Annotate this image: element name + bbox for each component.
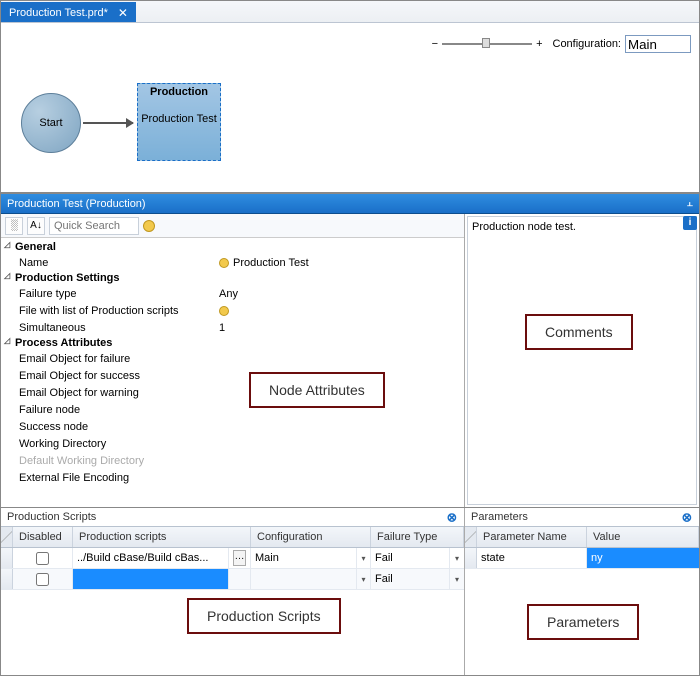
scripts-grid-body[interactable]: ../Build cBase/Build cBas... … Main ▾ Fa… (1, 548, 464, 675)
flow-arrow (83, 122, 133, 124)
prop-name[interactable]: Name Production Test (1, 254, 464, 271)
chevron-down-icon[interactable]: ▾ (455, 575, 459, 584)
scripts-close-icon[interactable]: ⊗ (447, 511, 458, 524)
params-grid-header: Parameter Name Value (465, 526, 699, 548)
ftype-cell[interactable]: Fail (371, 548, 450, 568)
prop-failure-type[interactable]: Failure type Any (1, 285, 464, 302)
scripts-grid-header: Disabled Production scripts Configuratio… (1, 526, 464, 548)
pin-icon[interactable]: ⫠ (686, 197, 693, 210)
group-production-settings[interactable]: Production Settings (1, 271, 464, 285)
production-node-header: Production (138, 86, 220, 98)
prop-working-dir[interactable]: Working Directory (1, 435, 464, 452)
sort-button[interactable]: A↓ (27, 217, 45, 235)
col-config[interactable]: Configuration (251, 527, 371, 547)
row-header[interactable] (465, 548, 477, 568)
chevron-down-icon[interactable]: ▾ (361, 575, 365, 584)
params-pane: Parameters ⊗ Parameter Name Value state … (465, 508, 699, 675)
col-disabled[interactable]: Disabled (13, 527, 73, 547)
bottom-row: Production Scripts ⊗ Disabled Production… (1, 508, 699, 675)
quick-search-input[interactable] (49, 217, 139, 235)
prop-file-list[interactable]: File with list of Production scripts (1, 302, 464, 319)
col-param-name[interactable]: Parameter Name (477, 527, 587, 547)
mid-row: ░ A↓ General Name Production Test Produc… (1, 214, 699, 508)
properties-header-title: Production Test (Production) (7, 198, 146, 210)
group-process-attributes[interactable]: Process Attributes (1, 336, 464, 350)
col-scripts[interactable]: Production scripts (73, 527, 251, 547)
params-title: Parameters (471, 511, 528, 523)
attributes-pane: ░ A↓ General Name Production Test Produc… (1, 214, 465, 507)
prop-external-encoding[interactable]: External File Encoding (1, 469, 464, 486)
chevron-down-icon[interactable]: ▾ (455, 554, 459, 563)
table-row[interactable]: state ny (465, 548, 699, 569)
zoom-out-button[interactable]: − (432, 38, 438, 50)
disabled-checkbox[interactable] (36, 552, 49, 565)
diagram-canvas[interactable]: − + Configuration: Start Production Prod… (1, 23, 699, 193)
config-cell[interactable] (251, 569, 357, 589)
row-header[interactable] (1, 569, 13, 589)
script-cell[interactable]: ../Build cBase/Build cBas... (73, 548, 229, 568)
start-node-label: Start (39, 117, 62, 129)
property-grid[interactable]: General Name Production Test Production … (1, 238, 464, 507)
comments-textarea[interactable]: Production node test. (467, 216, 697, 505)
scripts-title-row: Production Scripts ⊗ (1, 508, 464, 526)
chevron-down-icon[interactable]: ▾ (361, 554, 365, 563)
tab-title: Production Test.prd* (9, 7, 108, 19)
scripts-title: Production Scripts (7, 511, 96, 523)
prop-email-success[interactable]: Email Object for success (1, 367, 464, 384)
corner-icon[interactable] (1, 527, 13, 547)
coin-icon (219, 258, 229, 268)
table-row[interactable]: ▾ Fail ▾ (1, 569, 464, 590)
prop-email-warning[interactable]: Email Object for warning (1, 384, 464, 401)
browse-button[interactable]: … (233, 550, 246, 566)
group-general[interactable]: General (1, 240, 464, 254)
corner-icon[interactable] (465, 527, 477, 547)
params-title-row: Parameters ⊗ (465, 508, 699, 526)
col-param-value[interactable]: Value (587, 527, 699, 547)
attributes-toolbar: ░ A↓ (1, 214, 464, 238)
tabbar: Production Test.prd* ✕ (1, 1, 699, 23)
params-grid-body[interactable]: state ny (465, 548, 699, 675)
param-name-cell[interactable]: state (477, 548, 587, 568)
prop-email-failure[interactable]: Email Object for failure (1, 350, 464, 367)
coin-icon (219, 306, 229, 316)
zoom-bar: − + Configuration: (432, 35, 691, 53)
properties-header: Production Test (Production) ⫠ (1, 193, 699, 214)
file-tab[interactable]: Production Test.prd* ✕ (1, 2, 136, 22)
ftype-cell[interactable]: Fail (371, 569, 450, 589)
disabled-checkbox[interactable] (36, 573, 49, 586)
zoom-in-button[interactable]: + (536, 38, 542, 50)
param-value-cell[interactable]: ny (587, 548, 699, 568)
scripts-pane: Production Scripts ⊗ Disabled Production… (1, 508, 465, 675)
prop-success-node[interactable]: Success node (1, 418, 464, 435)
zoom-slider[interactable] (442, 43, 532, 45)
params-close-icon[interactable]: ⊗ (682, 511, 693, 524)
config-label: Configuration: (553, 38, 622, 50)
table-row[interactable]: ../Build cBase/Build cBas... … Main ▾ Fa… (1, 548, 464, 569)
comments-pane: i Production node test. Comments (465, 214, 699, 507)
config-select[interactable] (625, 35, 691, 53)
production-node-body: Production Test (138, 112, 220, 126)
help-icon[interactable] (143, 220, 155, 232)
production-node[interactable]: Production Production Test (137, 83, 221, 161)
info-icon[interactable]: i (683, 216, 697, 230)
prop-failure-node[interactable]: Failure node (1, 401, 464, 418)
prop-simultaneous[interactable]: Simultaneous 1 (1, 319, 464, 336)
start-node[interactable]: Start (21, 93, 81, 153)
close-icon[interactable]: ✕ (116, 6, 130, 20)
prop-default-working-dir: Default Working Directory (1, 452, 464, 469)
col-ftype[interactable]: Failure Type (371, 527, 464, 547)
row-header[interactable] (1, 548, 13, 568)
config-cell[interactable]: Main (251, 548, 357, 568)
categorized-button[interactable]: ░ (5, 217, 23, 235)
zoom-thumb[interactable] (482, 38, 490, 48)
script-cell[interactable] (73, 569, 229, 589)
